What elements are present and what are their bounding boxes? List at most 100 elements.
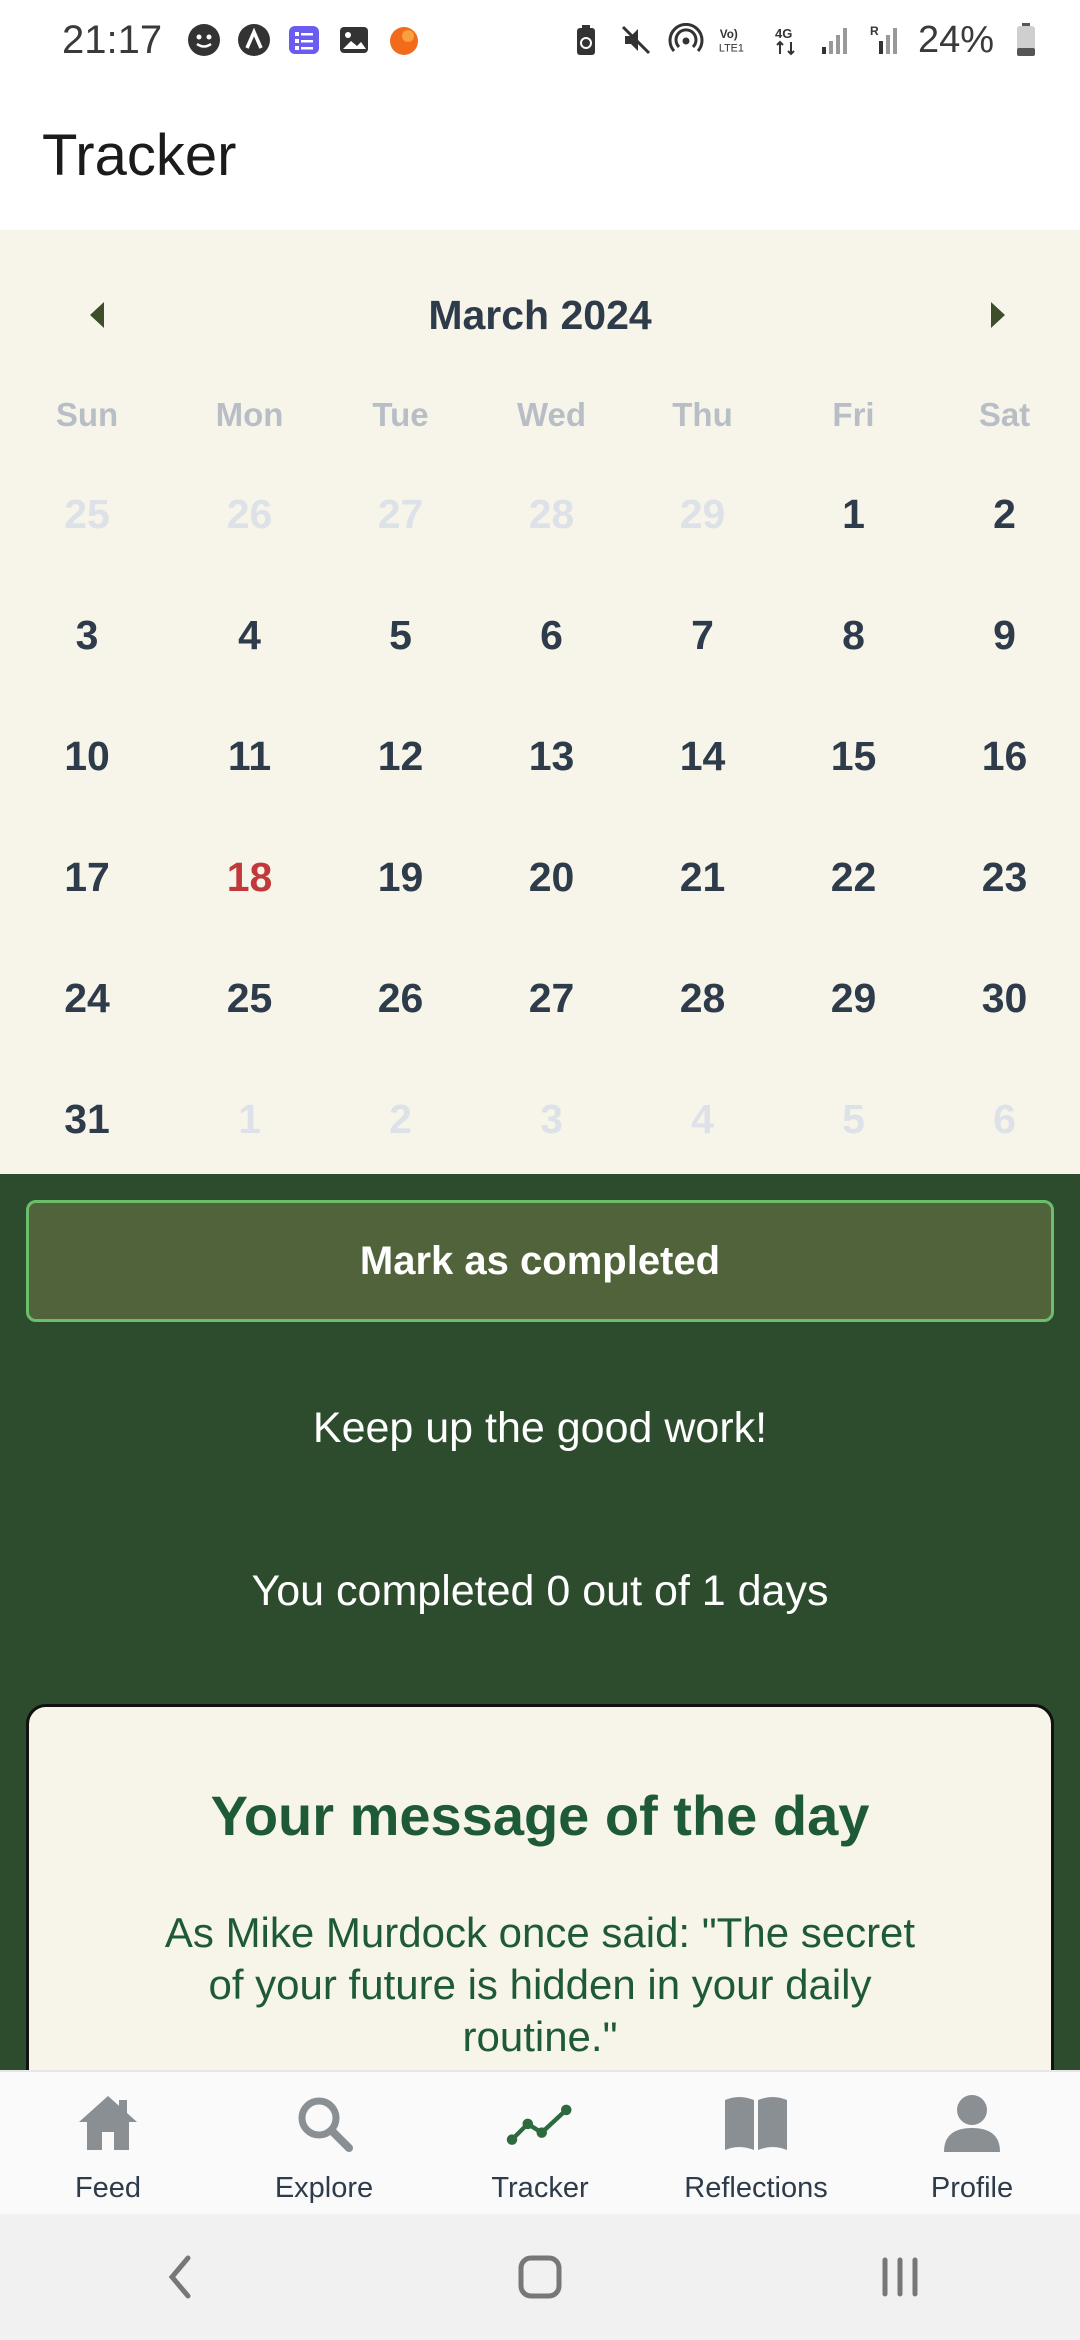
calendar-day[interactable]: 2 (929, 454, 1080, 575)
chevron-left-icon (90, 302, 104, 328)
calendar-week: 3 4 5 6 7 8 9 (0, 575, 1080, 696)
system-home-button[interactable] (480, 2232, 600, 2322)
battery-icon (1008, 22, 1044, 58)
nav-item-feed[interactable]: Feed (0, 2072, 216, 2216)
calendar-day[interactable]: 15 (778, 696, 929, 817)
calendar-day-outside[interactable]: 27 (325, 454, 476, 575)
calendar-day[interactable]: 14 (627, 696, 778, 817)
calendar-day[interactable]: 3 (0, 575, 174, 696)
calendar-day-outside[interactable]: 25 (0, 454, 174, 575)
face-icon (186, 22, 222, 58)
calendar-day[interactable]: 27 (476, 938, 627, 1059)
nav-label: Feed (74, 2172, 142, 2204)
svg-text:Vo): Vo) (720, 28, 738, 41)
bottom-navigation: Feed Explore Tracker Reflections Profile (0, 2070, 1080, 2216)
calendar-day[interactable]: 13 (476, 696, 627, 817)
calendar-week: 24 25 26 27 28 29 30 (0, 938, 1080, 1059)
previous-month-button[interactable] (37, 270, 157, 360)
calendar-day[interactable]: 30 (929, 938, 1080, 1059)
signal-roaming-icon: R (868, 22, 904, 58)
calendar-day[interactable]: 29 (778, 938, 929, 1059)
person-icon (937, 2088, 1007, 2158)
calendar-day[interactable]: 21 (627, 817, 778, 938)
calendar-day[interactable]: 25 (174, 938, 325, 1059)
hotspot-icon (668, 22, 704, 58)
nav-label: Tracker (491, 2172, 589, 2204)
calendar-day[interactable]: 10 (0, 696, 174, 817)
nav-item-explore[interactable]: Explore (216, 2072, 432, 2216)
gallery-icon (336, 22, 372, 58)
calendar-day-outside[interactable]: 1 (174, 1059, 325, 1180)
status-time: 21:17 (62, 17, 163, 62)
svg-text:LTE1: LTE1 (719, 43, 744, 55)
svg-text:4G: 4G (775, 26, 792, 41)
calendar-week: 31 1 2 3 4 5 6 (0, 1059, 1080, 1180)
calendar-day[interactable]: 12 (325, 696, 476, 817)
nav-item-profile[interactable]: Profile (864, 2072, 1080, 2216)
calendar-grid: 25 26 27 28 29 1 2 3 4 5 6 7 8 9 10 11 1… (0, 454, 1080, 1180)
calendar-day[interactable]: 8 (778, 575, 929, 696)
back-chevron-icon (168, 2255, 191, 2299)
volte-icon: Vo) LTE1 (718, 22, 754, 58)
calendar-day[interactable]: 26 (325, 938, 476, 1059)
list-app-icon (286, 22, 322, 58)
next-month-button[interactable] (938, 270, 1058, 360)
calendar-day[interactable]: 23 (929, 817, 1080, 938)
nav-label: Reflections (684, 2172, 828, 2204)
calendar-day[interactable]: 4 (174, 575, 325, 696)
progress-text: You completed 0 out of 1 days (251, 1567, 829, 1615)
system-back-button[interactable] (120, 2232, 240, 2322)
battery-percentage: 24% (917, 18, 994, 61)
calendar-day[interactable]: 7 (627, 575, 778, 696)
calendar-day[interactable]: 17 (0, 817, 174, 938)
calendar-day[interactable]: 20 (476, 817, 627, 938)
calendar-day[interactable]: 24 (0, 938, 174, 1059)
calendar-day[interactable]: 22 (778, 817, 929, 938)
calendar-day-outside[interactable]: 4 (627, 1059, 778, 1180)
calendar-day-outside[interactable]: 3 (476, 1059, 627, 1180)
calendar-day-outside[interactable]: 29 (627, 454, 778, 575)
calendar-day[interactable]: 11 (174, 696, 325, 817)
calendar-day-today[interactable]: 18 (174, 817, 325, 938)
status-bar: 21:17 Vo) LTE1 4G R 24% (0, 0, 1080, 80)
weekday-label: Sun (55, 396, 119, 433)
chevron-right-icon (991, 302, 1005, 328)
calendar-day[interactable]: 9 (929, 575, 1080, 696)
recents-icon (882, 2257, 918, 2297)
message-quote: As Mike Murdock once said: "The secret o… (164, 1909, 916, 2060)
system-recents-button[interactable] (840, 2232, 960, 2322)
calendar: March 2024 Sun Mon Tue Wed Thu Fri Sat 2… (0, 230, 1080, 1174)
system-navigation-bar (0, 2214, 1080, 2340)
calendar-day[interactable]: 19 (325, 817, 476, 938)
encouragement-text: Keep up the good work! (312, 1404, 768, 1452)
calendar-day-outside[interactable]: 5 (778, 1059, 929, 1180)
calendar-day[interactable]: 6 (476, 575, 627, 696)
calendar-day-outside[interactable]: 6 (929, 1059, 1080, 1180)
calendar-header: March 2024 (0, 270, 1080, 360)
search-icon (289, 2088, 359, 2158)
weekday-label: Mon (215, 396, 284, 433)
weekday-label: Thu (672, 396, 733, 433)
app-bar: Tracker (0, 80, 1080, 230)
home-square-icon (518, 2255, 562, 2299)
calendar-day[interactable]: 1 (778, 454, 929, 575)
calendar-day-outside[interactable]: 26 (174, 454, 325, 575)
nav-item-reflections[interactable]: Reflections (648, 2072, 864, 2216)
mark-completed-button[interactable]: Mark as completed (26, 1200, 1054, 1322)
weekday-label: Sat (978, 396, 1031, 433)
battery-saver-icon (568, 22, 604, 58)
nav-label: Explore (274, 2172, 374, 2204)
calendar-day[interactable]: 28 (627, 938, 778, 1059)
nav-item-tracker[interactable]: Tracker (432, 2072, 648, 2216)
calendar-day-outside[interactable]: 2 (325, 1059, 476, 1180)
trend-icon (505, 2088, 575, 2158)
calendar-day[interactable]: 16 (929, 696, 1080, 817)
mute-icon (618, 22, 654, 58)
calendar-day-outside[interactable]: 28 (476, 454, 627, 575)
calendar-week: 10 11 12 13 14 15 16 (0, 696, 1080, 817)
signal-icon (818, 22, 854, 58)
weekday-label: Fri (832, 396, 875, 433)
svg-text:R: R (870, 24, 879, 38)
calendar-day[interactable]: 31 (0, 1059, 174, 1180)
calendar-day[interactable]: 5 (325, 575, 476, 696)
